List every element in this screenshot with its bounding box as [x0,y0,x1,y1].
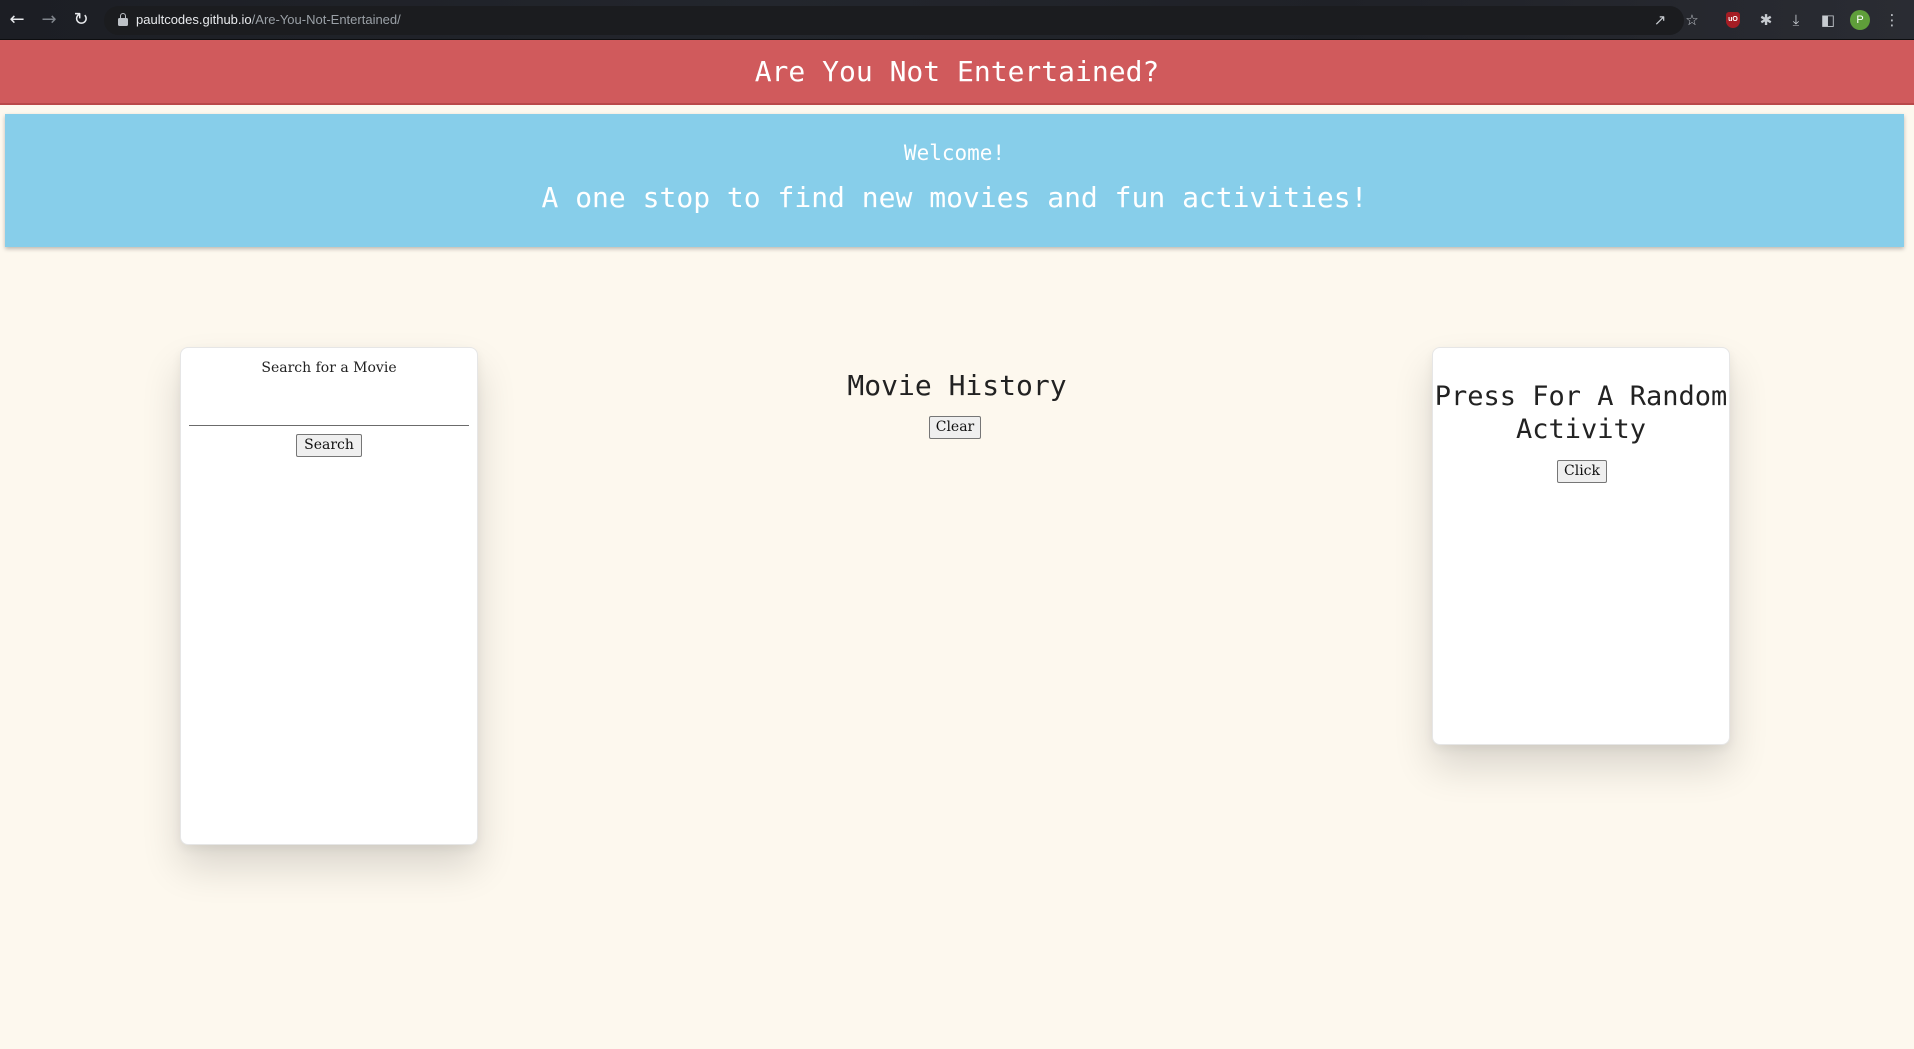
search-button[interactable]: Search [296,434,362,457]
side-panel-icon[interactable]: ◧ [1818,10,1838,30]
movie-search-card: Search for a Movie Search [180,347,478,845]
welcome-banner: Welcome! A one stop to find new movies a… [5,114,1904,247]
bookmark-star-icon[interactable]: ☆ [1682,10,1702,30]
page-title: Are You Not Entertained? [754,55,1160,88]
activity-title: Press For A Random Activity [1434,381,1728,445]
browser-toolbar: ← → ↻ paultcodes.github.io/Are-You-Not-E… [0,0,1914,40]
welcome-tagline: A one stop to find new movies and fun ac… [541,181,1368,214]
reload-icon[interactable]: ↻ [70,9,92,31]
address-bar[interactable]: paultcodes.github.io/Are-You-Not-Enterta… [104,6,1684,35]
clear-history-button[interactable]: Clear [929,416,981,439]
url-host: paultcodes.github.io [136,12,252,27]
forward-arrow-icon[interactable]: → [38,9,60,31]
site-header: Are You Not Entertained? [0,40,1914,105]
download-icon[interactable]: ⤓ [1786,10,1806,30]
random-activity-card: Press For A Random Activity Click [1432,347,1730,745]
welcome-greeting: Welcome! [903,141,1006,165]
extensions-puzzle-icon[interactable]: ✱ [1756,10,1776,30]
profile-avatar[interactable]: P [1850,10,1870,30]
url-path: /Are-You-Not-Entertained/ [251,12,401,27]
share-icon[interactable]: ↗ [1650,10,1670,30]
url-text[interactable]: paultcodes.github.io/Are-You-Not-Enterta… [136,12,401,27]
lock-icon [118,13,128,26]
random-activity-button[interactable]: Click [1557,460,1607,483]
back-arrow-icon[interactable]: ← [6,9,28,31]
ublock-extension-icon[interactable]: uO [1726,12,1740,28]
menu-kebab-icon[interactable]: ⋮ [1882,10,1902,30]
